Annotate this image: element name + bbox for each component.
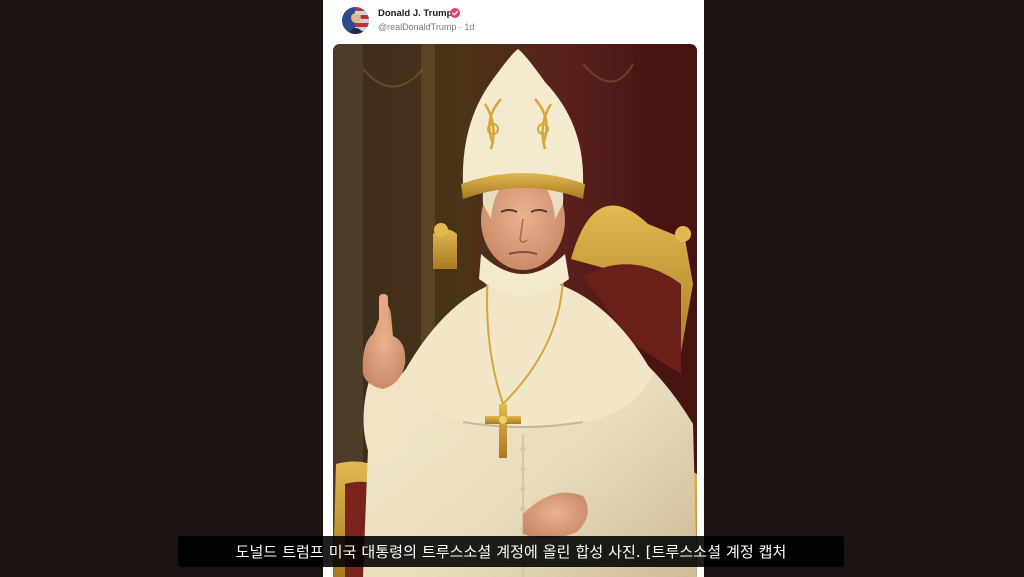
social-post-card: Donald J. Trump @realDonaldTrump · 1d [323, 0, 704, 577]
pope-portrait-image [333, 44, 697, 577]
verified-check-icon [450, 8, 460, 18]
video-frame: Donald J. Trump @realDonaldTrump · 1d 도널… [0, 0, 1024, 577]
avatar[interactable] [342, 7, 369, 34]
subtitle-caption-text: 도널드 트럼프 미국 대통령의 트루스소셜 계정에 올린 합성 사진. [트루스… [235, 543, 787, 561]
flag-portrait-avatar-icon [342, 7, 369, 34]
subtitle-caption-bar: 도널드 트럼프 미국 대통령의 트루스소셜 계정에 올린 합성 사진. [트루스… [178, 536, 844, 567]
post-image[interactable] [333, 44, 697, 577]
post-header: Donald J. Trump @realDonaldTrump · 1d [333, 4, 693, 38]
author-handle-and-time: @realDonaldTrump · 1d [378, 22, 475, 32]
author-name[interactable]: Donald J. Trump [378, 8, 452, 19]
